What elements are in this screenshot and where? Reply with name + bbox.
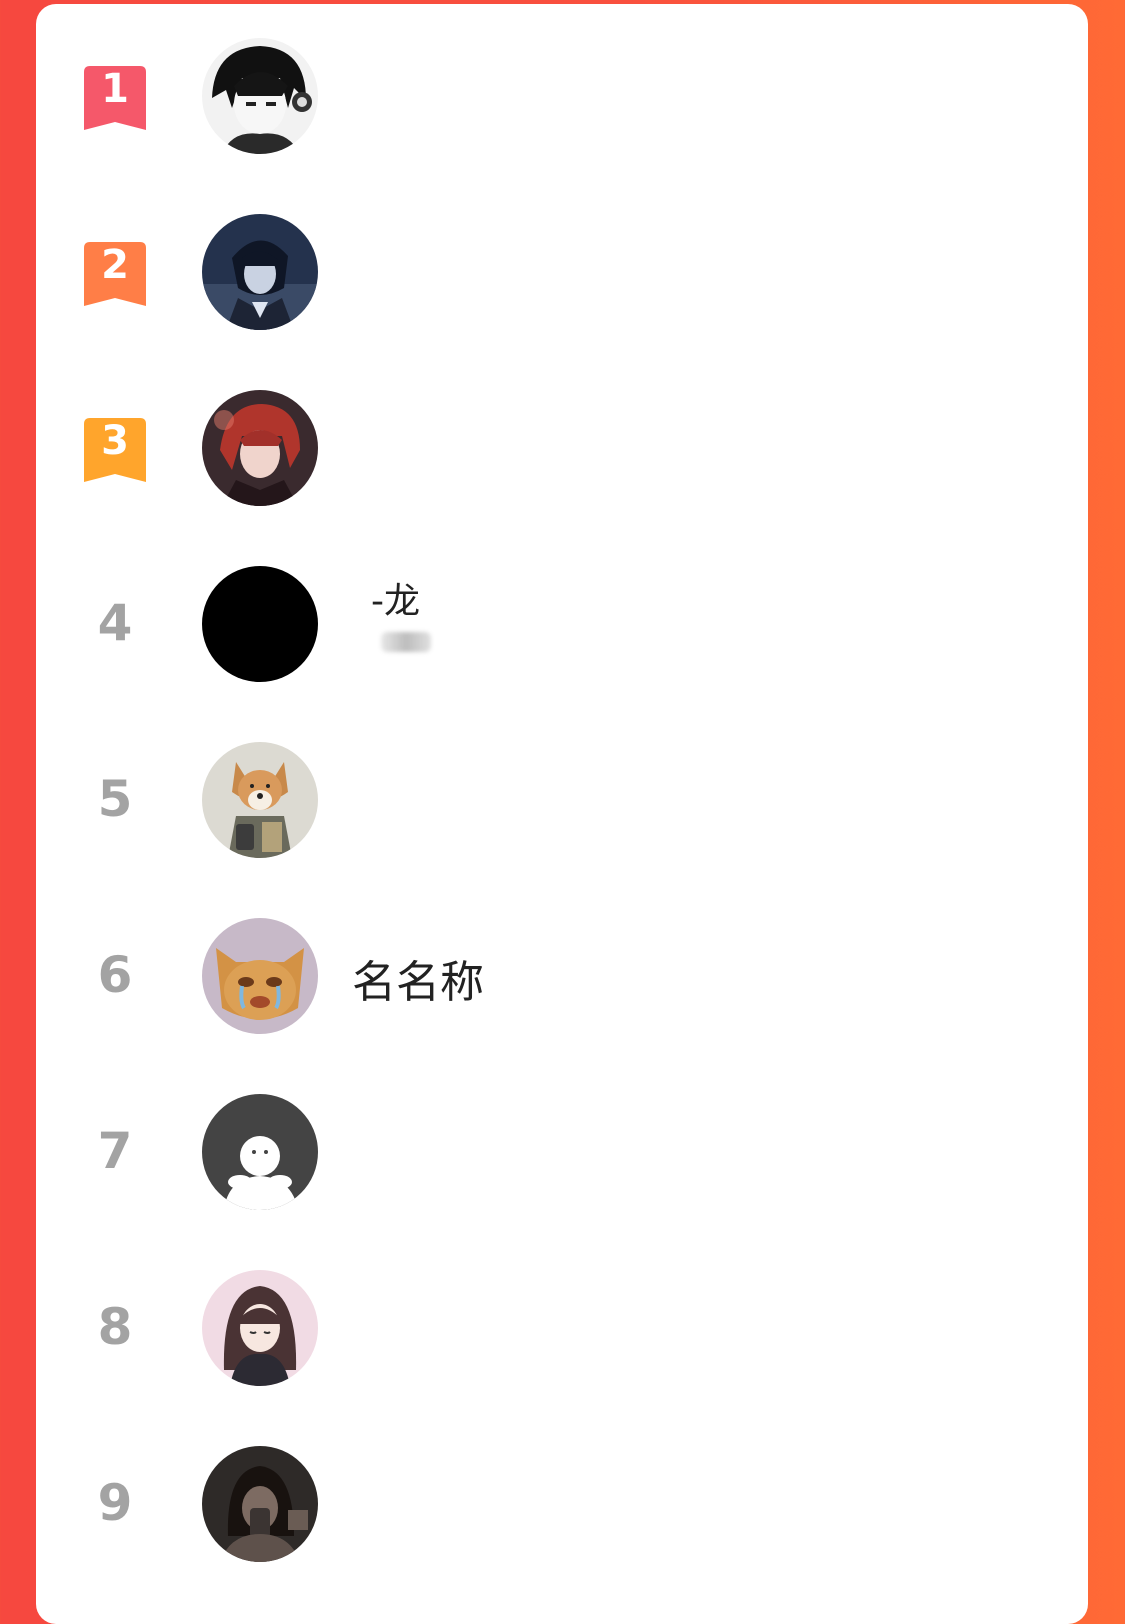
- rank-number: 1: [101, 66, 129, 112]
- rank-number: 4: [97, 594, 133, 652]
- blurred-text: [381, 632, 431, 652]
- rank-number: 8: [97, 1298, 133, 1356]
- rank-number: 9: [97, 1474, 133, 1532]
- user-avatar[interactable]: [202, 742, 318, 858]
- user-avatar[interactable]: [202, 38, 318, 154]
- rank-number: 3: [101, 418, 129, 464]
- user-avatar[interactable]: [202, 214, 318, 330]
- leaderboard-row[interactable]: 1: [36, 4, 1088, 180]
- leaderboard-row[interactable]: 5: [36, 708, 1088, 884]
- user-avatar[interactable]: [202, 1446, 318, 1562]
- leaderboard-card: 1 2 3 4 -龙 5 6 名名称 7 8 9: [36, 4, 1088, 1624]
- rank-medal-icon: 3: [84, 418, 146, 482]
- leaderboard-row[interactable]: 3: [36, 356, 1088, 532]
- leaderboard-row[interactable]: 4 -龙: [36, 532, 1088, 708]
- rank-number: 5: [97, 770, 133, 828]
- user-avatar[interactable]: [202, 566, 318, 682]
- default-user-avatar-icon[interactable]: [202, 1094, 318, 1210]
- rank-medal-icon: 2: [84, 242, 146, 306]
- leaderboard-row[interactable]: 6 名名称: [36, 884, 1088, 1060]
- rank-number: 6: [97, 946, 133, 1004]
- user-name: 名名称: [352, 957, 484, 1008]
- rank-number: 7: [97, 1122, 133, 1180]
- user-avatar[interactable]: [202, 918, 318, 1034]
- leaderboard-row[interactable]: 9: [36, 1412, 1088, 1588]
- user-avatar[interactable]: [202, 1270, 318, 1386]
- leaderboard-row[interactable]: 7: [36, 1060, 1088, 1236]
- leaderboard-row[interactable]: 2: [36, 180, 1088, 356]
- rank-medal-icon: 1: [84, 66, 146, 130]
- leaderboard-row[interactable]: 8: [36, 1236, 1088, 1412]
- user-avatar[interactable]: [202, 390, 318, 506]
- rank-number: 2: [101, 242, 129, 288]
- user-name: -龙: [371, 581, 420, 622]
